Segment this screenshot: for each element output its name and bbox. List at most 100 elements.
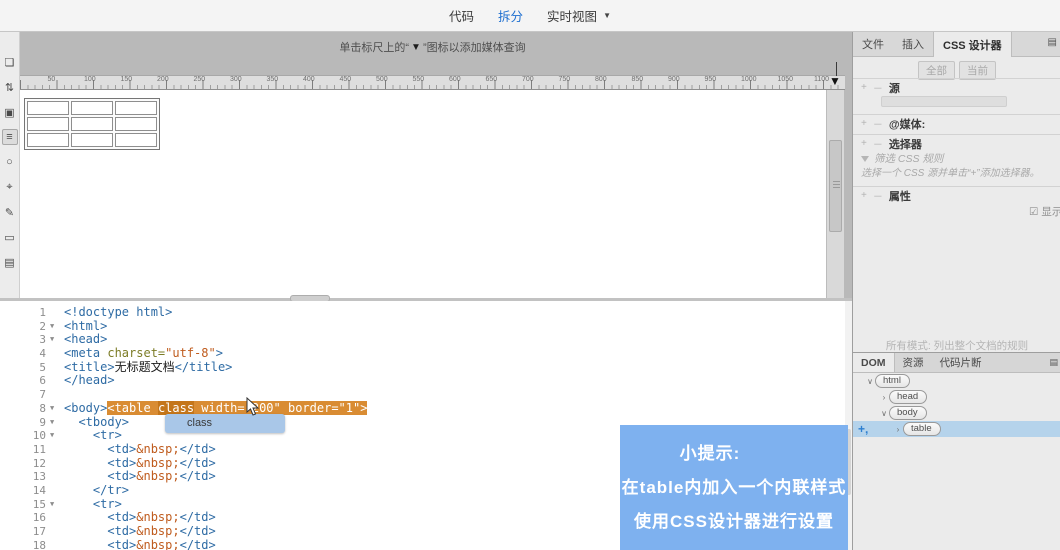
code-token: <head> [64, 332, 107, 346]
code-token: &nbsp; [136, 510, 179, 524]
table-cell[interactable] [71, 117, 113, 131]
show-set-checkbox[interactable]: ☑ 显示集 [1029, 204, 1060, 219]
design-canvas[interactable] [20, 90, 826, 298]
dom-tree-item-table[interactable]: +, ›table [853, 421, 1060, 437]
media-query-marker-icon[interactable]: ▼ [829, 74, 841, 88]
add-element-button[interactable]: +, [858, 422, 868, 436]
fold-arrow-icon[interactable]: ▼ [50, 402, 60, 416]
banner-text-prefix: 单击标尺上的“ [339, 39, 409, 55]
design-scrollbar[interactable] [826, 90, 844, 298]
table-row [27, 101, 157, 115]
tree-caret-icon[interactable]: ∨ [879, 409, 889, 418]
remove-property-button[interactable]: － [873, 188, 883, 203]
circle-icon[interactable]: ○ [2, 154, 18, 170]
dom-tab-资源[interactable]: 资源 [895, 353, 932, 372]
fold-arrow-icon[interactable]: ▼ [50, 498, 60, 512]
media-query-banner: 单击标尺上的“ ▼ ”图标以添加媒体查询 [20, 32, 845, 62]
table-cell[interactable] [27, 117, 69, 131]
add-selector-button[interactable]: + [861, 138, 867, 149]
code-token: &nbsp; [136, 538, 179, 550]
split-view-button[interactable]: 拆分 [498, 6, 523, 25]
tree-caret-icon[interactable]: › [893, 425, 903, 434]
line-number: 10 [0, 429, 46, 443]
line-number: 14 [0, 484, 46, 498]
code-token: 无标题文档 [115, 360, 175, 374]
checkbox-icon[interactable]: ☑ [1029, 206, 1038, 218]
dom-node-pill[interactable]: head [889, 390, 927, 404]
file-icon[interactable]: ❏ [2, 54, 18, 70]
remove-selector-button[interactable]: － [873, 136, 883, 151]
code-token: <td> [64, 538, 136, 550]
code-line[interactable]: 4<meta charset="utf-8"> [0, 347, 852, 361]
code-token: </td> [180, 510, 216, 524]
add-media-button[interactable]: + [861, 118, 867, 129]
panel-badge-icon[interactable]: ▣ [2, 104, 18, 120]
comment-icon[interactable]: ▭ [2, 229, 18, 245]
code-view-button[interactable]: 代码 [449, 6, 474, 25]
remove-media-button[interactable]: － [873, 116, 883, 131]
code-line[interactable]: 8▼<body><table class width="200" border=… [0, 402, 852, 416]
add-source-button[interactable]: + [861, 82, 867, 93]
panel-rows-icon[interactable]: ▤ [2, 254, 18, 270]
table-cell[interactable] [115, 101, 157, 115]
target-icon[interactable]: ⌖ [2, 179, 18, 195]
tree-caret-icon[interactable]: ∨ [865, 377, 875, 386]
fold-arrow-icon[interactable]: ▼ [50, 416, 60, 430]
fold-arrow-icon[interactable]: ▼ [50, 320, 60, 334]
code-line[interactable]: 7 [0, 388, 852, 402]
panel-tab-css设计器[interactable]: CSS 设计器 [933, 32, 1012, 57]
dom-tree-item-html[interactable]: ∨html [853, 373, 1060, 389]
format-lines-icon[interactable]: ≡ [2, 129, 18, 145]
code-line[interactable]: 2▼<html> [0, 320, 852, 334]
table-cell[interactable] [71, 101, 113, 115]
dom-node-pill[interactable]: table [903, 422, 941, 436]
design-table[interactable] [24, 98, 160, 150]
line-number: 4 [0, 347, 46, 361]
dom-tree-item-body[interactable]: ∨body [853, 405, 1060, 421]
table-cell[interactable] [27, 133, 69, 147]
filter-icon [861, 156, 869, 162]
dom-node-pill[interactable]: body [889, 406, 927, 420]
panel-tab-插入[interactable]: 插入 [893, 32, 933, 56]
code-token: <tbody> [64, 415, 129, 429]
live-view-button[interactable]: 实时视图 ▼ [547, 6, 611, 25]
selectors-label: 选择器 [889, 136, 922, 152]
code-hint-tooltip[interactable]: class [165, 414, 285, 433]
dom-node-pill[interactable]: html [875, 374, 910, 388]
table-cell[interactable] [115, 133, 157, 147]
tip-line: 在table内加入一个内联样式 [620, 471, 848, 505]
sort-icon[interactable]: ⇅ [2, 79, 18, 95]
design-scrollbar-thumb[interactable] [829, 140, 842, 232]
panel-menu-icon[interactable]: ▤ [1048, 37, 1057, 48]
table-cell[interactable] [27, 101, 69, 115]
remove-source-button[interactable]: － [873, 80, 883, 95]
pencil-icon[interactable]: ✎ [2, 204, 18, 220]
table-cell[interactable] [71, 133, 113, 147]
tip-line: 小提示: [596, 437, 824, 471]
table-cell[interactable] [115, 117, 157, 131]
dom-tree-item-head[interactable]: ›head [853, 389, 1060, 405]
add-property-button[interactable]: + [861, 190, 867, 201]
code-token: <title> [64, 360, 115, 374]
code-token: <meta [64, 346, 107, 360]
code-line[interactable]: 3▼<head> [0, 333, 852, 347]
ruler-tick-label: 450 [340, 76, 352, 83]
tree-caret-icon[interactable]: › [879, 393, 889, 402]
horizontal-ruler[interactable]: 5010015020025030035040045050055060065070… [20, 75, 845, 90]
dom-tab-代码片断[interactable]: 代码片断 [932, 353, 990, 372]
sources-placeholder [881, 96, 1007, 107]
ruler-tick-label: 800 [595, 76, 607, 83]
dom-tab-dom[interactable]: DOM [853, 353, 895, 372]
fold-arrow-icon[interactable]: ▼ [50, 429, 60, 443]
panel-tab-文件[interactable]: 文件 [853, 32, 893, 56]
fold-arrow-icon[interactable]: ▼ [50, 333, 60, 347]
code-line[interactable]: 5<title>无标题文档</title> [0, 361, 852, 375]
code-token: </td> [180, 524, 216, 538]
line-number: 9 [0, 416, 46, 430]
dom-panel-menu-icon[interactable]: ▤ [1049, 357, 1058, 368]
code-line[interactable]: 6</head> [0, 374, 852, 388]
ruler-tick-label: 350 [267, 76, 279, 83]
chevron-down-icon[interactable]: ▼ [603, 11, 611, 20]
table-row [27, 117, 157, 131]
code-line[interactable]: 1<!doctype html> [0, 306, 852, 320]
